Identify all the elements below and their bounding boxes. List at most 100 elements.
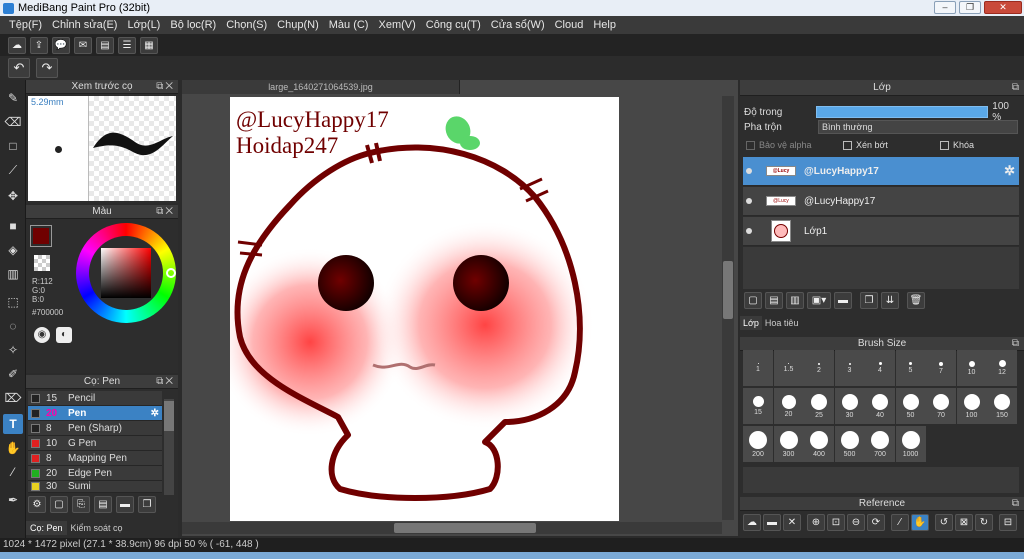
menu-layer[interactable]: Lớp(L) bbox=[122, 19, 165, 31]
brush-size-cell[interactable]: 7 bbox=[926, 350, 956, 386]
brush-item[interactable]: 20 Pen ✲ bbox=[28, 406, 162, 421]
brush-new-icon[interactable]: ▢ bbox=[50, 496, 68, 513]
menu-color[interactable]: Màu (C) bbox=[324, 19, 374, 31]
layer-item[interactable]: Lớp1 bbox=[743, 217, 1019, 246]
panel-controls-icon[interactable]: ⧉✕ bbox=[156, 80, 175, 94]
ref-eyedropper-icon[interactable]: ⁄ bbox=[891, 514, 909, 531]
add-layer-menu-icon[interactable]: ▣▾ bbox=[807, 292, 831, 309]
brush-size-cell[interactable]: 1000 bbox=[895, 426, 926, 462]
menu-edit[interactable]: Chỉnh sửa(E) bbox=[47, 19, 122, 31]
ref-zoom-in-icon[interactable]: ⊕ bbox=[807, 514, 825, 531]
tab-brush[interactable]: Cọ: Pen bbox=[26, 521, 67, 535]
menu-view[interactable]: Xem(V) bbox=[373, 19, 420, 31]
brush-copy-icon[interactable]: ⎘ bbox=[72, 496, 90, 513]
brush-size-cell[interactable]: 40 bbox=[865, 388, 895, 424]
ref-lock-icon[interactable]: ⊟ bbox=[999, 514, 1017, 531]
list-icon[interactable]: ☰ bbox=[118, 36, 136, 54]
magic-wand-icon[interactable]: ✧ bbox=[3, 340, 23, 360]
hand-tool-icon[interactable]: ✋ bbox=[3, 438, 23, 458]
comment-icon[interactable]: 💬 bbox=[52, 36, 70, 54]
menu-select[interactable]: Chọn(S) bbox=[221, 19, 272, 31]
brush-size-cell[interactable]: 1.5 bbox=[773, 350, 804, 386]
document-tab[interactable]: large_1640271064539.jpg bbox=[182, 80, 460, 94]
brush-size-cell[interactable]: 3 bbox=[834, 350, 865, 386]
new-layer-icon[interactable]: ▢ bbox=[744, 292, 762, 309]
brush-size-cell[interactable]: 5 bbox=[895, 350, 926, 386]
drawing-page[interactable]: @LucyHappy17 Hoidap247 bbox=[230, 97, 619, 521]
menu-window[interactable]: Cửa sổ(W) bbox=[486, 19, 550, 31]
menu-snap[interactable]: Chụp(N) bbox=[272, 19, 324, 31]
hue-handle[interactable] bbox=[166, 268, 176, 278]
brush-size-cell[interactable]: 10 bbox=[956, 350, 987, 386]
horizontal-scrollbar[interactable] bbox=[182, 522, 722, 534]
brush-size-cell[interactable]: 2 bbox=[804, 350, 834, 386]
gradient-icon[interactable]: ▥ bbox=[3, 264, 23, 284]
document-icon[interactable]: ▤ bbox=[96, 36, 114, 54]
brush-scrollbar[interactable] bbox=[164, 399, 174, 495]
brush-size-cell[interactable]: 200 bbox=[743, 426, 773, 462]
select-pen-icon[interactable]: ✐ bbox=[3, 364, 23, 384]
new-layer1-icon[interactable]: ▥ bbox=[786, 292, 804, 309]
ref-rotate-left-icon[interactable]: ↺ bbox=[935, 514, 953, 531]
select-rect-icon[interactable]: ⬚ bbox=[3, 292, 23, 312]
ref-open-icon[interactable]: ▬ bbox=[763, 514, 781, 531]
brush-item[interactable]: 15 Pencil bbox=[28, 391, 162, 406]
redo-icon[interactable]: ↷ bbox=[36, 58, 58, 78]
panel-controls-icon[interactable]: ⧉✕ bbox=[156, 205, 175, 219]
saturation-square[interactable] bbox=[101, 248, 151, 298]
menu-cloud[interactable]: Cloud bbox=[550, 19, 589, 31]
brush-item[interactable]: 8 Mapping Pen bbox=[28, 451, 162, 466]
brush-size-cell[interactable]: 500 bbox=[834, 426, 865, 462]
brush-size-cell[interactable]: 25 bbox=[804, 388, 834, 424]
eyedropper-icon[interactable]: ⁄ bbox=[3, 462, 23, 482]
menu-filter[interactable]: Bộ lọc(R) bbox=[165, 19, 221, 31]
brush-size-cell[interactable]: 30 bbox=[834, 388, 865, 424]
layer-folder-icon[interactable]: ▬ bbox=[834, 292, 852, 309]
lasso-icon[interactable]: ◌ bbox=[3, 316, 23, 336]
protect-alpha-checkbox[interactable] bbox=[746, 140, 755, 150]
blend-mode-select[interactable]: Bình thường bbox=[818, 120, 1018, 134]
fill-rect-icon[interactable]: ■ bbox=[3, 216, 23, 236]
upload-icon[interactable]: ⇪ bbox=[30, 36, 48, 54]
message-icon[interactable]: ✉ bbox=[74, 36, 92, 54]
ref-close-icon[interactable]: ✕ bbox=[783, 514, 801, 531]
brush-size-cell[interactable]: 100 bbox=[956, 388, 987, 424]
primary-color-swatch[interactable] bbox=[30, 225, 52, 247]
tab-brush-control[interactable]: Kiểm soát cọ bbox=[67, 521, 127, 535]
transparent-swatch[interactable] bbox=[34, 255, 50, 271]
brush-doc-icon[interactable]: ▤ bbox=[94, 496, 112, 513]
menu-tools[interactable]: Công cụ(T) bbox=[421, 19, 486, 31]
ref-rotate-right-icon[interactable]: ↻ bbox=[975, 514, 993, 531]
close-window-button[interactable]: ✕ bbox=[984, 1, 1022, 14]
brush-size-cell[interactable]: 50 bbox=[895, 388, 926, 424]
cloud-icon[interactable]: ☁ bbox=[8, 36, 26, 54]
menu-file[interactable]: Tệp(F) bbox=[4, 19, 47, 31]
brush-size-cell[interactable]: 400 bbox=[804, 426, 834, 462]
undo-icon[interactable]: ↶ bbox=[8, 58, 30, 78]
brush-size-cell[interactable]: 700 bbox=[865, 426, 895, 462]
brush-add-icon[interactable]: ⚙ bbox=[28, 496, 46, 513]
eraser-tool-icon[interactable]: ⌫ bbox=[3, 112, 23, 132]
palette-add-icon[interactable]: ◐ bbox=[56, 327, 72, 343]
menu-help[interactable]: Help bbox=[588, 19, 621, 31]
brush-size-cell[interactable]: 150 bbox=[987, 388, 1017, 424]
brush-size-cell[interactable]: 20 bbox=[773, 388, 804, 424]
dot-brush-icon[interactable]: ⟋ bbox=[3, 160, 23, 180]
brush-item[interactable]: 8 Pen (Sharp) bbox=[28, 421, 162, 436]
select-eraser-icon[interactable]: ⌦ bbox=[3, 388, 23, 408]
tab-layer[interactable]: Lớp bbox=[740, 316, 762, 330]
lock-checkbox[interactable] bbox=[940, 140, 949, 150]
brush-size-cell[interactable]: 70 bbox=[926, 388, 956, 424]
clipping-checkbox[interactable] bbox=[843, 140, 852, 150]
panel-controls-icon[interactable]: ⧉✕ bbox=[156, 375, 175, 389]
pen-tool-icon[interactable]: ✒ bbox=[3, 490, 23, 510]
tab-navigator[interactable]: Hoa tiêu bbox=[762, 316, 802, 330]
move-tool-icon[interactable]: ✥ bbox=[3, 186, 23, 206]
vertical-scrollbar[interactable] bbox=[722, 96, 734, 520]
layer-item[interactable]: @Lucy @LucyHappy17 bbox=[743, 187, 1019, 216]
palette-icon[interactable]: ◉ bbox=[34, 327, 50, 343]
brush-size-cell[interactable]: 15 bbox=[743, 388, 773, 424]
grid-icon[interactable]: ▦ bbox=[140, 36, 158, 54]
ref-cloud-icon[interactable]: ☁ bbox=[743, 514, 761, 531]
minimize-button[interactable]: – bbox=[934, 1, 956, 14]
